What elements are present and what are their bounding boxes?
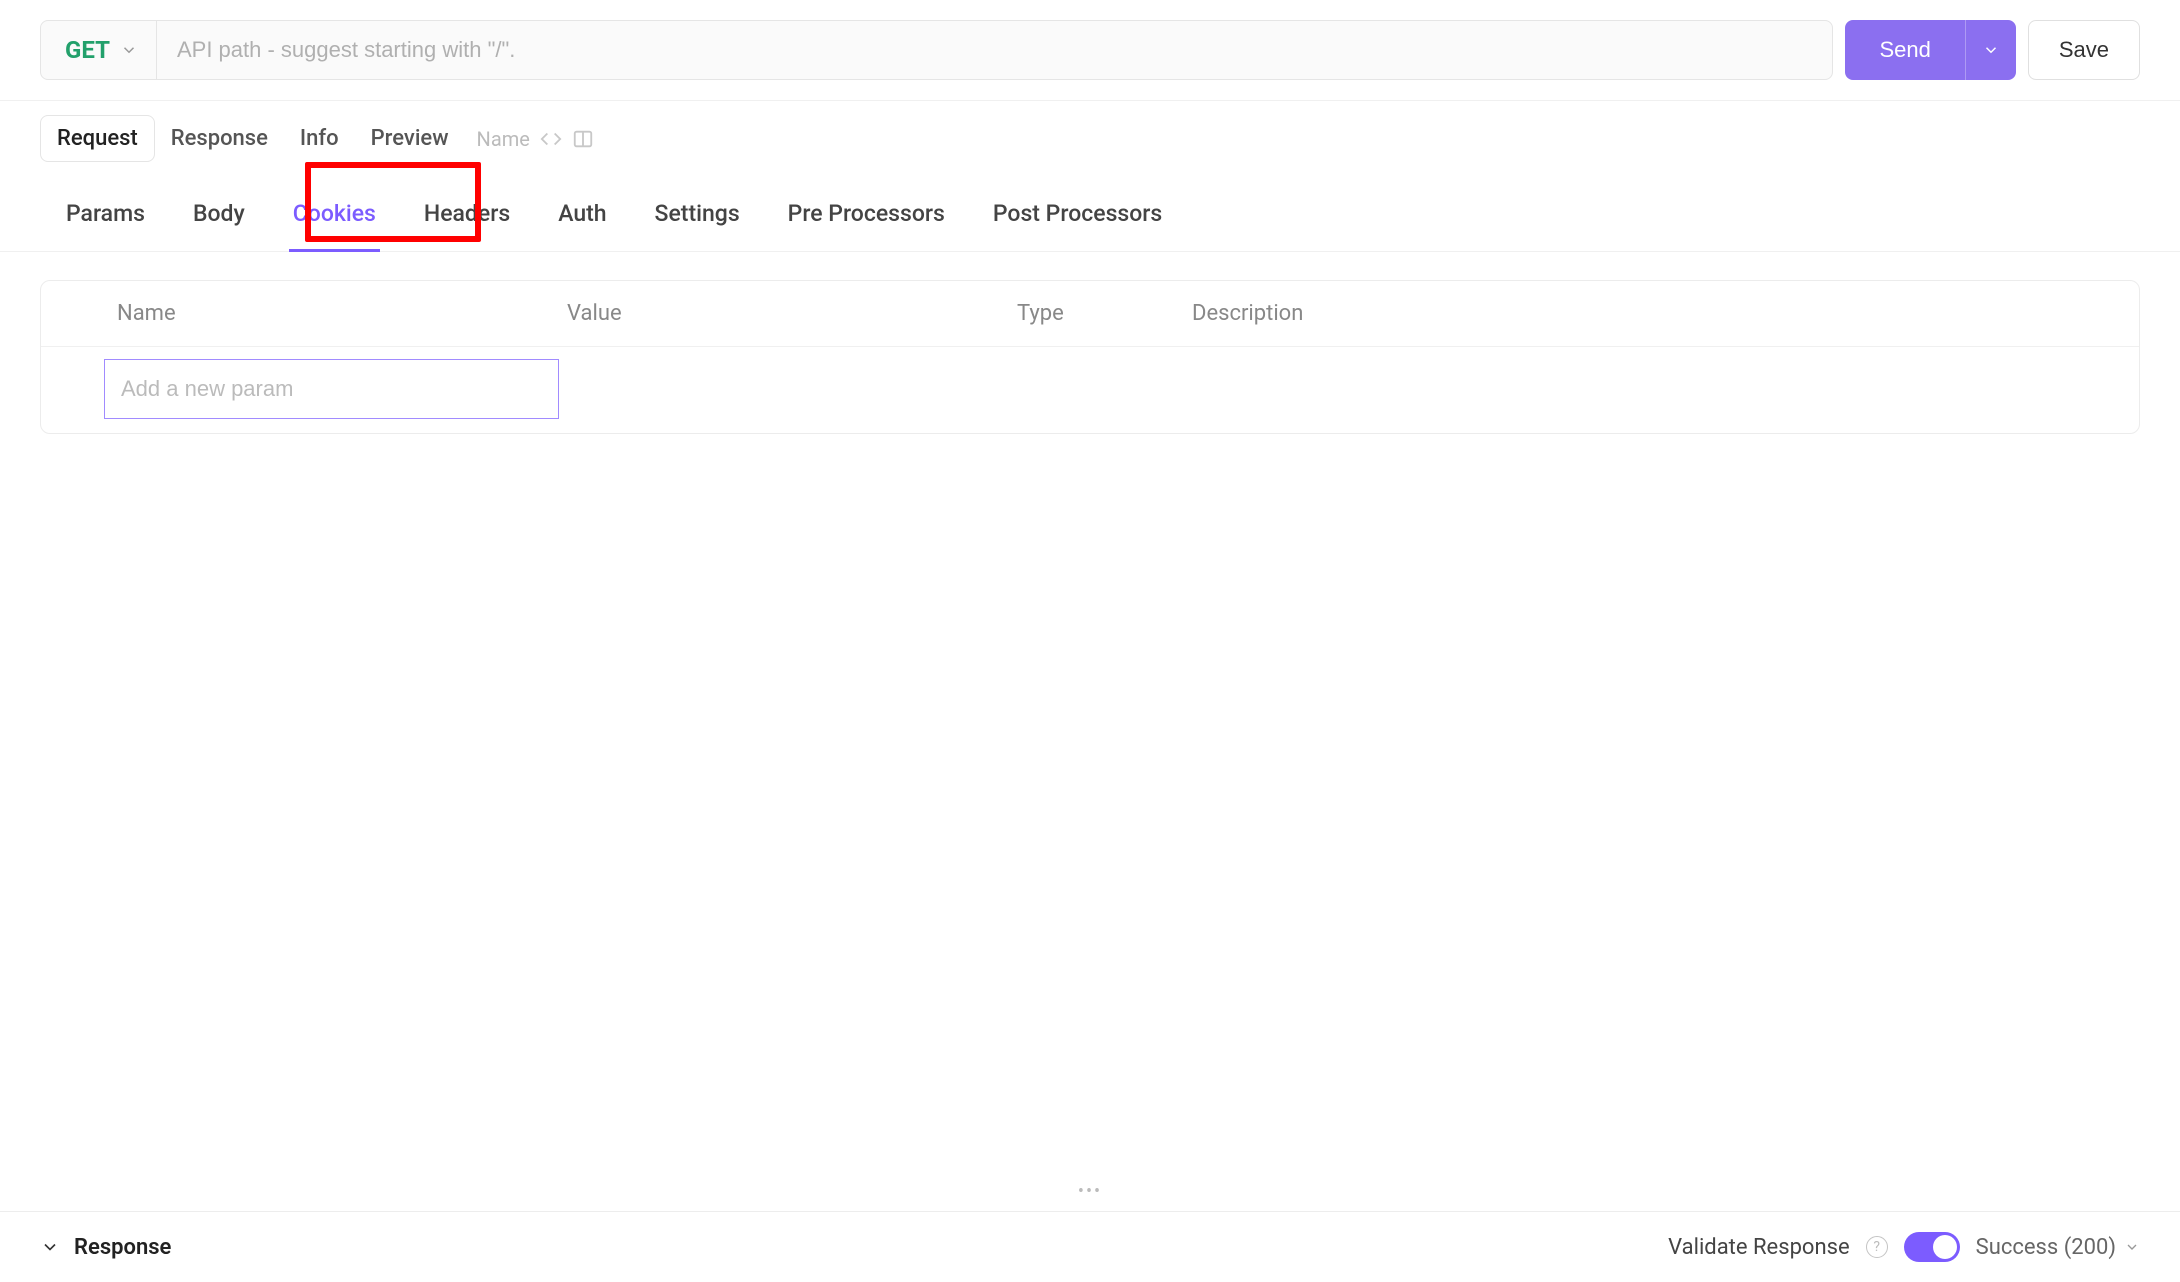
subtab-cookies[interactable]: Cookies <box>289 186 380 251</box>
method-url-group: GET <box>40 20 1833 80</box>
request-sub-tabs: Params Body Cookies Headers Auth Setting… <box>0 162 2180 252</box>
subtab-body[interactable]: Body <box>189 186 249 251</box>
resize-handle[interactable]: ••• <box>1078 1181 1102 1202</box>
send-button[interactable]: Send <box>1845 20 1964 80</box>
tab-preview[interactable]: Preview <box>355 116 465 161</box>
validate-response-toggle[interactable] <box>1904 1232 1960 1262</box>
tab-request[interactable]: Request <box>40 115 155 162</box>
subtab-auth[interactable]: Auth <box>554 186 610 251</box>
subtab-post-processors[interactable]: Post Processors <box>989 186 1166 251</box>
table-header-row: Name Value Type Description <box>41 281 2139 347</box>
code-icon <box>540 128 562 150</box>
table-new-row <box>41 347 2139 433</box>
chevron-down-icon <box>40 1237 60 1257</box>
subtab-settings[interactable]: Settings <box>651 186 744 251</box>
response-status-select[interactable]: Success (200) <box>1976 1235 2140 1260</box>
response-label: Response <box>74 1235 171 1260</box>
column-header-value: Value <box>567 301 1017 326</box>
response-panel-bar: Response Validate Response ? Success (20… <box>0 1211 2180 1282</box>
chevron-down-icon <box>2124 1239 2140 1255</box>
validate-response-label: Validate Response <box>1668 1235 1850 1260</box>
cookies-table: Name Value Type Description <box>40 280 2140 434</box>
save-button[interactable]: Save <box>2028 20 2140 80</box>
chevron-down-icon <box>120 41 138 59</box>
send-dropdown-button[interactable] <box>1965 20 2016 80</box>
subtab-headers[interactable]: Headers <box>420 186 514 251</box>
http-method-label: GET <box>65 36 110 64</box>
column-header-type: Type <box>1017 301 1192 326</box>
request-url-bar: GET Send Save <box>0 0 2180 101</box>
endpoint-name-placeholder[interactable]: Name <box>477 127 594 151</box>
main-tabs: Request Response Info Preview Name <box>0 101 2180 162</box>
add-param-input[interactable] <box>104 359 559 419</box>
send-button-group: Send <box>1845 20 2015 80</box>
chevron-down-icon <box>1982 41 2000 59</box>
response-toggle[interactable]: Response <box>40 1235 171 1260</box>
column-header-description: Description <box>1192 301 2109 326</box>
subtab-params[interactable]: Params <box>62 186 149 251</box>
help-icon[interactable]: ? <box>1866 1236 1888 1258</box>
tab-response[interactable]: Response <box>155 116 284 161</box>
cookies-table-area: Name Value Type Description <box>0 252 2180 434</box>
subtab-pre-processors[interactable]: Pre Processors <box>784 186 949 251</box>
response-status-label: Success (200) <box>1976 1235 2116 1260</box>
response-controls: Validate Response ? Success (200) <box>1668 1232 2140 1262</box>
column-header-name: Name <box>117 301 567 326</box>
tab-info[interactable]: Info <box>284 116 355 161</box>
http-method-select[interactable]: GET <box>41 21 157 79</box>
api-path-input[interactable] <box>157 21 1832 79</box>
layout-split-icon <box>572 128 594 150</box>
